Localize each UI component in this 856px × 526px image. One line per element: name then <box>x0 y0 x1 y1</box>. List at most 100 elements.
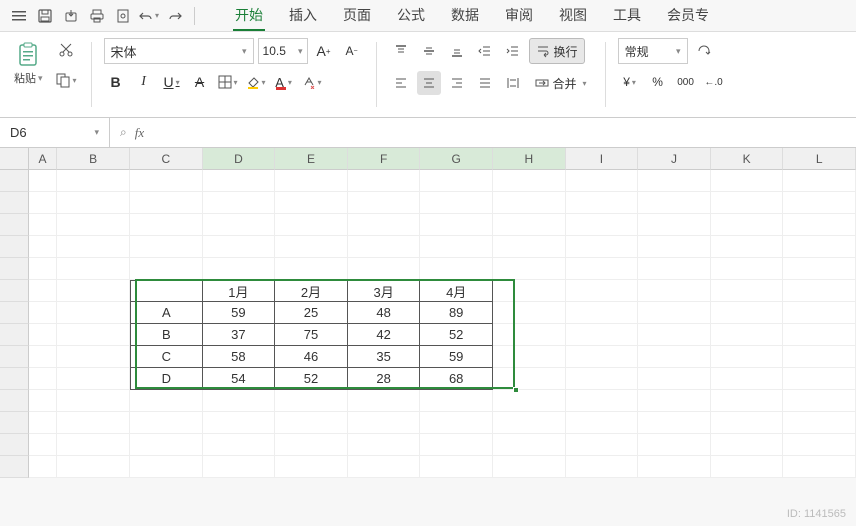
cell-K11[interactable] <box>711 390 784 412</box>
font-size-select[interactable]: 10.5▾ <box>258 38 308 64</box>
cell-F9[interactable]: 35 <box>348 346 421 368</box>
cell-E12[interactable] <box>275 412 348 434</box>
cell-F14[interactable] <box>348 456 421 478</box>
row-header-1[interactable] <box>0 170 29 192</box>
cell-A6[interactable] <box>29 280 58 302</box>
cell-B2[interactable] <box>57 192 130 214</box>
decrease-font-icon[interactable]: A− <box>340 39 364 63</box>
cell-G6[interactable]: 4月 <box>420 280 493 302</box>
cell-K1[interactable] <box>711 170 784 192</box>
copy-icon[interactable]: ▾ <box>53 68 79 92</box>
cell-A5[interactable] <box>29 258 58 280</box>
cell-H11[interactable] <box>493 390 566 412</box>
cell-E1[interactable] <box>275 170 348 192</box>
cell-C3[interactable] <box>130 214 203 236</box>
cell-J6[interactable] <box>638 280 711 302</box>
cell-K2[interactable] <box>711 192 784 214</box>
undo-icon[interactable]: ▾ <box>138 5 160 27</box>
redo-icon[interactable] <box>164 5 186 27</box>
cell-I7[interactable] <box>566 302 639 324</box>
tab-data[interactable]: 数据 <box>449 1 481 31</box>
fill-color-button[interactable]: ▾ <box>244 70 268 94</box>
decrease-indent-icon[interactable] <box>473 39 497 63</box>
cell-A1[interactable] <box>29 170 58 192</box>
col-header-C[interactable]: C <box>130 148 203 170</box>
cell-B3[interactable] <box>57 214 130 236</box>
cell-D10[interactable]: 54 <box>203 368 276 390</box>
row-header-4[interactable] <box>0 236 29 258</box>
cell-F10[interactable]: 28 <box>348 368 421 390</box>
cell-L6[interactable] <box>783 280 856 302</box>
cell-H4[interactable] <box>493 236 566 258</box>
align-right-icon[interactable] <box>445 71 469 95</box>
cell-F8[interactable]: 42 <box>348 324 421 346</box>
cell-J9[interactable] <box>638 346 711 368</box>
number-format-select[interactable]: 常规▾ <box>618 38 688 64</box>
justify-icon[interactable] <box>473 71 497 95</box>
cell-J12[interactable] <box>638 412 711 434</box>
cell-J4[interactable] <box>638 236 711 258</box>
clear-format-button[interactable]: ▾ <box>300 70 324 94</box>
cell-B1[interactable] <box>57 170 130 192</box>
cell-C6[interactable] <box>130 280 203 302</box>
cell-A11[interactable] <box>29 390 58 412</box>
cell-B14[interactable] <box>57 456 130 478</box>
cell-E9[interactable]: 46 <box>275 346 348 368</box>
row-header-8[interactable] <box>0 324 29 346</box>
cell-G7[interactable]: 89 <box>420 302 493 324</box>
col-header-G[interactable]: G <box>420 148 493 170</box>
cell-L11[interactable] <box>783 390 856 412</box>
col-header-D[interactable]: D <box>203 148 276 170</box>
cell-L8[interactable] <box>783 324 856 346</box>
cell-E6[interactable]: 2月 <box>275 280 348 302</box>
cell-H9[interactable] <box>493 346 566 368</box>
tab-insert[interactable]: 插入 <box>287 1 319 31</box>
align-middle-icon[interactable] <box>417 39 441 63</box>
cell-F2[interactable] <box>348 192 421 214</box>
align-left-icon[interactable] <box>389 71 413 95</box>
cell-E8[interactable]: 75 <box>275 324 348 346</box>
name-box[interactable]: D6▾ <box>0 118 110 148</box>
row-header-9[interactable] <box>0 346 29 368</box>
cell-C9[interactable]: C <box>130 346 203 368</box>
distribute-icon[interactable] <box>501 71 525 95</box>
cell-I3[interactable] <box>566 214 639 236</box>
cell-C13[interactable] <box>130 434 203 456</box>
cell-B10[interactable] <box>57 368 130 390</box>
cell-E10[interactable]: 52 <box>275 368 348 390</box>
cell-L12[interactable] <box>783 412 856 434</box>
row-header-2[interactable] <box>0 192 29 214</box>
cell-D4[interactable] <box>203 236 276 258</box>
cell-B6[interactable] <box>57 280 130 302</box>
italic-button[interactable]: I <box>132 70 156 94</box>
fx-label[interactable]: fx <box>135 125 144 141</box>
strikethrough-button[interactable]: A <box>188 70 212 94</box>
percent-icon[interactable]: % <box>646 70 670 94</box>
cell-A4[interactable] <box>29 236 58 258</box>
cell-J10[interactable] <box>638 368 711 390</box>
cell-C8[interactable]: B <box>130 324 203 346</box>
cell-B7[interactable] <box>57 302 130 324</box>
cell-F7[interactable]: 48 <box>348 302 421 324</box>
cell-L10[interactable] <box>783 368 856 390</box>
cell-D12[interactable] <box>203 412 276 434</box>
cell-H2[interactable] <box>493 192 566 214</box>
cell-A10[interactable] <box>29 368 58 390</box>
cell-H5[interactable] <box>493 258 566 280</box>
align-top-icon[interactable] <box>389 39 413 63</box>
cell-K5[interactable] <box>711 258 784 280</box>
cell-D1[interactable] <box>203 170 276 192</box>
cell-A12[interactable] <box>29 412 58 434</box>
cell-D8[interactable]: 37 <box>203 324 276 346</box>
export-icon[interactable] <box>60 5 82 27</box>
tab-view[interactable]: 视图 <box>557 1 589 31</box>
cell-L2[interactable] <box>783 192 856 214</box>
cell-K12[interactable] <box>711 412 784 434</box>
preview-icon[interactable] <box>112 5 134 27</box>
font-family-select[interactable]: 宋体▾ <box>104 38 254 64</box>
decrease-decimal-icon[interactable]: ←.0 <box>702 70 726 94</box>
tab-tools[interactable]: 工具 <box>611 1 643 31</box>
cell-G2[interactable] <box>420 192 493 214</box>
row-header-12[interactable] <box>0 412 29 434</box>
cell-C7[interactable]: A <box>130 302 203 324</box>
